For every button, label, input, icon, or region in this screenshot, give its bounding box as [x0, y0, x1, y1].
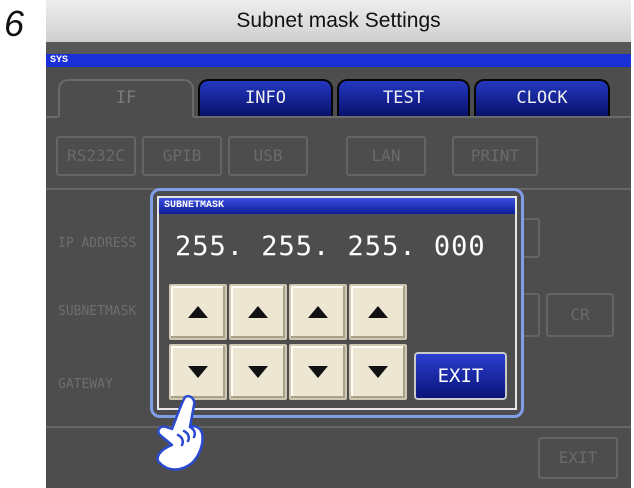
triangle-down-icon — [368, 366, 388, 378]
triangle-down-icon — [308, 366, 328, 378]
step-number: 6 — [4, 3, 25, 44]
gateway-label: GATEWAY — [58, 377, 113, 392]
cr-button[interactable]: CR — [546, 293, 614, 337]
octet-4-up-button[interactable] — [349, 284, 407, 340]
print-button[interactable]: PRINT — [452, 136, 538, 176]
octet-4-down-button[interactable] — [349, 344, 407, 400]
triangle-down-icon — [248, 366, 268, 378]
background-exit-button[interactable]: EXIT — [538, 437, 618, 479]
octet-1-up-button[interactable] — [169, 284, 227, 340]
step-title: Subnet mask Settings — [236, 9, 441, 32]
tab-info[interactable]: INFO — [198, 79, 333, 117]
triangle-up-icon — [308, 306, 328, 318]
subnetmask-dialog: SUBNETMASK 255. 255. 255. 000 EXIT — [157, 196, 517, 410]
tab-test[interactable]: TEST — [337, 79, 470, 117]
divider-lower — [46, 426, 631, 428]
subnetmask-value: 255. 255. 255. 000 — [175, 231, 486, 262]
tab-clock[interactable]: CLOCK — [474, 79, 610, 117]
gpib-button[interactable]: GPIB — [142, 136, 222, 176]
triangle-up-icon — [368, 306, 388, 318]
octet-2-up-button[interactable] — [229, 284, 287, 340]
dialog-title: SUBNETMASK — [159, 198, 515, 214]
tab-if[interactable]: IF — [58, 79, 194, 117]
octet-3-up-button[interactable] — [289, 284, 347, 340]
sys-header: SYS — [46, 54, 631, 67]
octet-2-down-button[interactable] — [229, 344, 287, 400]
tab-baseline-right — [194, 116, 631, 118]
octet-1-down-button[interactable] — [169, 344, 227, 400]
top-strip — [46, 42, 631, 54]
triangle-up-icon — [188, 306, 208, 318]
triangle-up-icon — [248, 306, 268, 318]
subnetmask-label: SUBNETMASK — [58, 304, 137, 319]
lan-button[interactable]: LAN — [346, 136, 426, 176]
pointing-hand-icon — [156, 394, 204, 471]
triangle-down-icon — [188, 366, 208, 378]
ip-address-label: IP ADDRESS — [58, 236, 137, 251]
step-title-bar: Subnet mask Settings — [46, 0, 631, 42]
octet-3-down-button[interactable] — [289, 344, 347, 400]
tab-baseline-left — [46, 116, 58, 118]
usb-button[interactable]: USB — [228, 136, 308, 176]
rs232c-button[interactable]: RS232C — [56, 136, 136, 176]
dialog-exit-button[interactable]: EXIT — [414, 352, 507, 400]
